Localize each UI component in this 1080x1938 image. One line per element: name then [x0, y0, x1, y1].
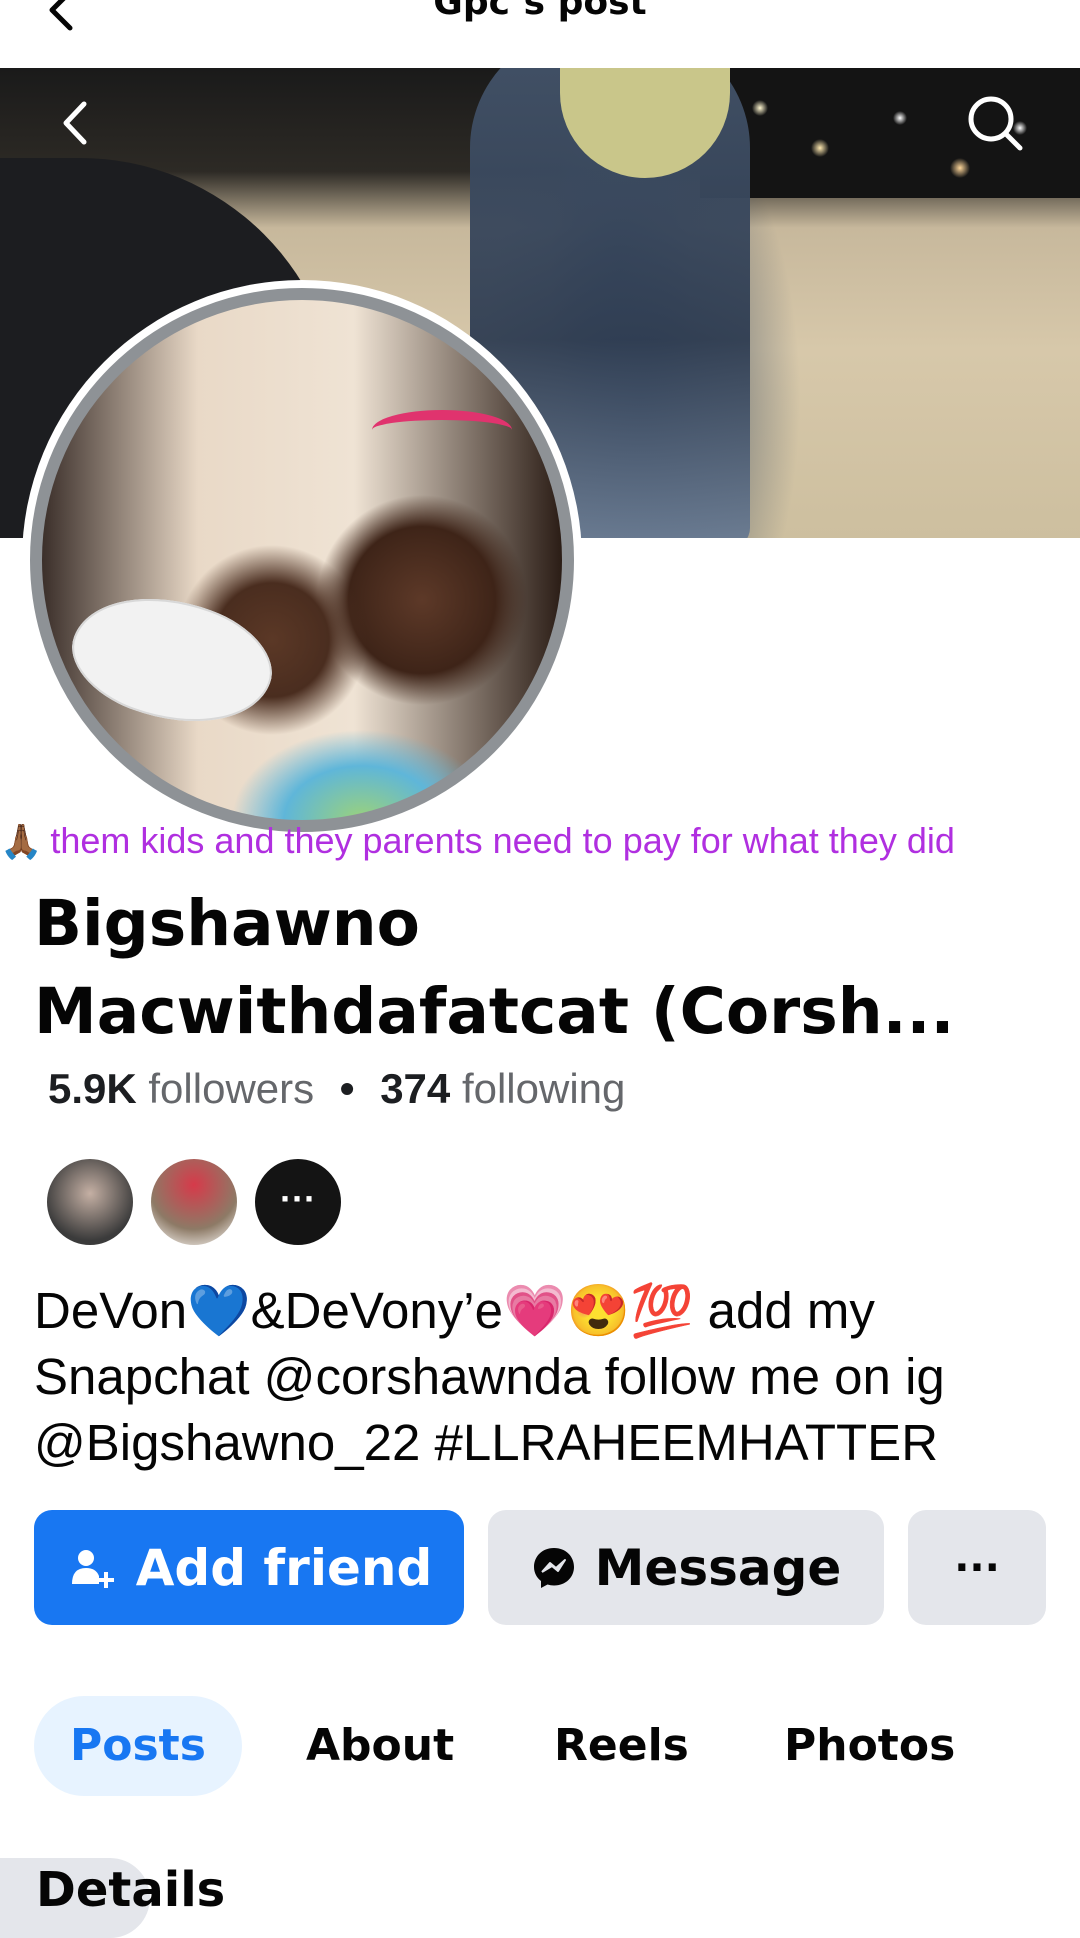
profile-name: Bigshawno Macwithdafatcat (Corsh...	[34, 887, 955, 1048]
dove-graphic	[57, 569, 287, 751]
search-icon[interactable]	[962, 90, 1028, 156]
followers-count[interactable]: 5.9K	[48, 1065, 137, 1112]
profile-actions: Add friend Message ···	[34, 1510, 1046, 1625]
followers-label[interactable]: followers	[148, 1065, 314, 1112]
profile-back-icon[interactable]	[44, 90, 110, 156]
add-friend-button[interactable]: Add friend	[34, 1510, 464, 1625]
more-mutuals-button[interactable]: ···	[252, 1156, 344, 1248]
following-count[interactable]: 374	[380, 1065, 450, 1112]
page-title: Gpc’s post	[433, 0, 647, 23]
post-overlay-caption: 🙏🏾 them kids and they parents need to pay…	[0, 820, 1080, 862]
profile-avatar[interactable]	[30, 288, 574, 832]
tab-posts[interactable]: Posts	[34, 1696, 242, 1796]
messenger-icon	[533, 1547, 574, 1588]
profile-bio: DeVon💙&DeVony’e💗😍💯 add my Snapchat @cors…	[34, 1282, 945, 1471]
top-bar: Gpc’s post	[0, 0, 1080, 68]
following-label[interactable]: following	[462, 1065, 625, 1112]
follow-stats: 5.9K followers • 374 following	[48, 1065, 625, 1113]
details-heading: Details	[36, 1862, 226, 1918]
stats-separator: •	[339, 1065, 355, 1112]
overlay-caption-text: them kids and they parents need to pay f…	[50, 820, 955, 861]
mutual-avatar[interactable]	[44, 1156, 136, 1248]
tab-about[interactable]: About	[306, 1696, 454, 1796]
mutual-avatar[interactable]	[148, 1156, 240, 1248]
tab-reels[interactable]: Reels	[554, 1696, 689, 1796]
message-button[interactable]: Message	[488, 1510, 884, 1625]
message-label: Message	[594, 1538, 842, 1597]
profile-tabs: Posts About Reels Photos	[34, 1696, 1046, 1796]
more-options-button[interactable]: ···	[908, 1510, 1046, 1625]
tab-photos[interactable]: Photos	[784, 1696, 955, 1796]
headband-graphic	[372, 410, 512, 450]
praying-hands-emoji: 🙏🏾	[0, 823, 43, 861]
add-friend-label: Add friend	[135, 1538, 433, 1597]
add-friend-icon	[71, 1549, 114, 1588]
